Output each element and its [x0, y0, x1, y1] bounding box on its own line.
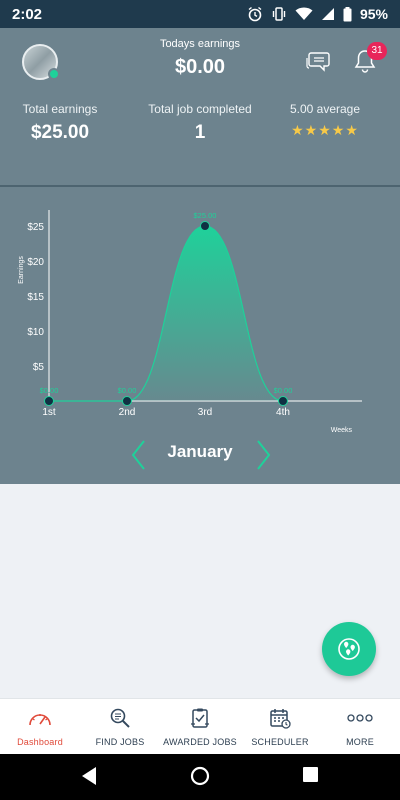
todays-earnings-value: $0.00 — [174, 56, 226, 78]
battery-percentage: 95% — [359, 6, 388, 22]
stats-row: Total earnings $25.00 Total job complete… — [0, 102, 400, 158]
data-label: $25.00 — [194, 211, 217, 220]
x-tick-label: 3rd — [198, 407, 212, 418]
map-pins-icon — [338, 638, 360, 660]
rating-label: 5.00 average — [289, 102, 361, 116]
wifi-icon — [295, 7, 313, 20]
y-tick-label: $15 — [27, 292, 44, 303]
total-earnings-value: $25.00 — [30, 122, 90, 143]
y-tick-label: $25 — [27, 222, 44, 233]
jobs-completed-label: Total job completed — [148, 102, 252, 116]
speedometer-icon — [29, 714, 51, 726]
y-tick-label: $20 — [27, 257, 44, 268]
total-earnings-stat: Total earnings $25.00 — [10, 102, 110, 144]
status-icons: 95% — [247, 6, 388, 22]
back-icon[interactable] — [80, 766, 98, 786]
bottom-navigation: Dashboard FIND JOBS AWARDED JOBS SCHEDUL… — [0, 698, 400, 754]
earnings-chart: Earnings Weeks $5 $10 $15 $20 $25 1st $0.00 2nd… — [18, 210, 362, 434]
rating-stars: ★★★★★ — [291, 122, 359, 138]
nav-find-jobs[interactable]: FIND JOBS — [80, 699, 160, 754]
y-tick-label: $10 — [27, 327, 44, 338]
jobs-completed-value: 1 — [194, 122, 206, 143]
awarded-clipboard-icon — [191, 708, 209, 728]
y-axis-title: Earnings — [18, 256, 25, 284]
earnings-panel: Todays earnings $0.00 31 Total earnings … — [0, 28, 400, 484]
nav-more-label: MORE — [346, 737, 374, 747]
search-document-icon — [110, 708, 130, 728]
more-dots-icon — [347, 714, 373, 722]
system-navigation-bar — [0, 754, 400, 800]
data-point — [122, 396, 132, 406]
data-point — [200, 221, 210, 231]
home-icon[interactable] — [190, 766, 210, 786]
nav-dashboard-label: Dashboard — [17, 737, 63, 747]
divider — [0, 185, 400, 187]
nav-scheduler-label: SCHEDULER — [251, 737, 309, 747]
signal-icon — [321, 8, 334, 20]
calendar-icon — [270, 709, 291, 729]
nav-find-jobs-label: FIND JOBS — [95, 737, 145, 747]
month-navigator: January — [0, 438, 400, 482]
data-point — [278, 396, 288, 406]
data-label: $0.00 — [274, 386, 293, 395]
nav-scheduler[interactable]: SCHEDULER — [240, 699, 320, 754]
status-bar: 2:02 95% — [0, 0, 400, 28]
vibrate-icon — [272, 7, 286, 21]
chat-icon[interactable] — [305, 50, 331, 74]
nav-awarded-jobs[interactable]: AWARDED JOBS — [160, 699, 240, 754]
map-location-fab[interactable] — [322, 622, 376, 676]
nav-awarded-jobs-label: AWARDED JOBS — [163, 737, 237, 747]
x-tick-label: 2nd — [119, 407, 136, 418]
status-time: 2:02 — [12, 5, 43, 23]
chevron-right-icon[interactable] — [252, 438, 274, 472]
notification-badge: 31 — [367, 42, 387, 60]
battery-icon — [343, 6, 352, 21]
month-label: January — [167, 442, 233, 461]
x-tick-label: 1st — [42, 407, 56, 418]
jobs-completed-stat: Total job completed 1 — [140, 102, 260, 144]
recents-icon[interactable] — [302, 766, 319, 783]
x-tick-label: 4th — [276, 407, 290, 418]
rating-stat: 5.00 average ★★★★★ — [280, 102, 370, 139]
nav-more[interactable]: MORE — [320, 699, 400, 754]
data-point — [44, 396, 54, 406]
todays-earnings-label: Todays earnings — [159, 38, 241, 50]
y-tick-label: $5 — [33, 362, 45, 373]
alarm-icon — [248, 6, 262, 22]
data-label: $0.00 — [40, 386, 59, 395]
total-earnings-label: Total earnings — [22, 102, 98, 116]
nav-dashboard[interactable]: Dashboard — [0, 699, 80, 754]
data-label: $0.00 — [118, 386, 137, 395]
x-axis-title: Weeks — [331, 427, 353, 434]
